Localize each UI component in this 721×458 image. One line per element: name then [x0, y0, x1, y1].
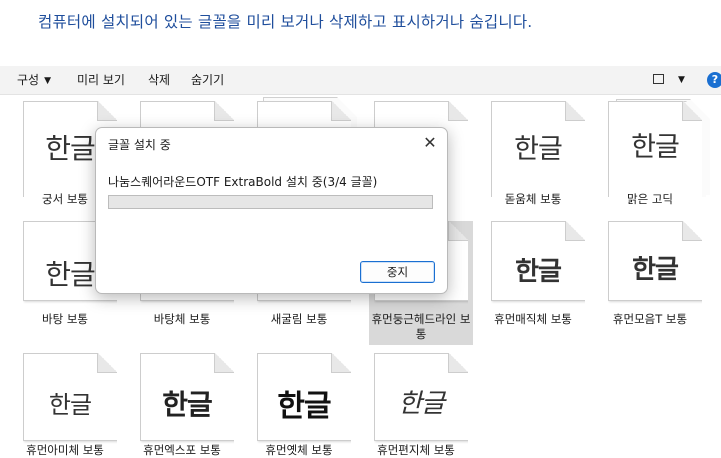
- font-label: 돋움체 보통: [504, 192, 562, 206]
- view-icon[interactable]: [653, 74, 664, 84]
- font-tile[interactable]: 한글 휴먼엑스포 보통: [130, 353, 234, 457]
- page-fold: [448, 101, 468, 121]
- font-label: 바탕체 보통: [153, 312, 211, 326]
- page-fold: [97, 101, 117, 121]
- font-preview-glyph: 한글: [632, 255, 679, 285]
- font-label: 새굴림 보통: [270, 312, 328, 326]
- view-chevron-down-icon[interactable]: ▼: [678, 75, 685, 85]
- close-icon[interactable]: ✕: [417, 130, 443, 156]
- page-fold: [331, 101, 351, 121]
- font-label: 휴먼둥근헤드라인 보통: [371, 312, 471, 341]
- font-tile[interactable]: 한글 휴먼매직체 보통: [481, 221, 585, 333]
- help-button[interactable]: ?: [707, 72, 721, 88]
- font-tile[interactable]: 한글 돋움체 보통: [481, 101, 585, 213]
- font-preview-glyph: 한글: [514, 134, 563, 164]
- font-install-dialog: 글꼴 설치 중 ✕ 나눔스퀘어라운드OTF ExtraBold 설치 중(3/4…: [95, 127, 448, 294]
- organize-menu-button[interactable]: 구성 ▼: [17, 66, 51, 94]
- font-tile[interactable]: 한글 휴먼모음T 보통: [598, 221, 702, 333]
- font-label: 바탕 보통: [42, 312, 88, 326]
- font-label: 맑은 고딕: [627, 192, 673, 206]
- font-preview-glyph: 한글: [48, 391, 92, 419]
- install-progress-bar: [108, 195, 433, 209]
- font-label: 휴먼모음T 보통: [612, 312, 688, 326]
- delete-button[interactable]: 삭제: [148, 66, 170, 94]
- page-fold: [565, 221, 585, 241]
- toolbar: 구성 ▼ 미리 보기 삭제 숨기기 ▼ ?: [0, 66, 721, 95]
- font-label: 휴먼매직체 보통: [494, 312, 572, 326]
- page-fold: [565, 101, 585, 121]
- stop-button[interactable]: 중지: [360, 261, 435, 283]
- font-preview-glyph: 한글: [398, 389, 445, 419]
- dialog-title: 글꼴 설치 중: [108, 138, 171, 152]
- page-fold: [214, 353, 234, 373]
- font-tile[interactable]: 한글 휴먼아미체 보통: [13, 353, 117, 457]
- page-fold: [448, 221, 468, 241]
- hide-button[interactable]: 숨기기: [191, 66, 224, 94]
- preview-button[interactable]: 미리 보기: [77, 66, 125, 94]
- font-tile[interactable]: 한글 휴먼옛체 보통: [247, 353, 351, 457]
- page-fold: [214, 101, 234, 121]
- font-preview-glyph: 한글: [162, 388, 213, 421]
- page-description: 컴퓨터에 설치되어 있는 글꼴을 미리 보거나 삭제하고 표시하거나 숨깁니다.: [38, 13, 533, 31]
- font-tile[interactable]: 한글 맑은 고딕: [598, 99, 710, 213]
- font-tile[interactable]: 한글 휴먼편지체 보통: [364, 353, 468, 457]
- page-fold: [448, 353, 468, 373]
- chevron-down-icon: ▼: [44, 76, 52, 86]
- font-preview-glyph: 한글: [277, 389, 331, 424]
- font-preview-glyph: 한글: [631, 132, 680, 162]
- font-preview-glyph: 한글: [515, 257, 562, 287]
- organize-label: 구성: [17, 73, 40, 87]
- install-status-text: 나눔스퀘어라운드OTF ExtraBold 설치 중(3/4 글꼴): [108, 175, 378, 189]
- page-fold: [97, 353, 117, 373]
- page-fold: [682, 221, 702, 241]
- page-fold: [682, 101, 702, 121]
- page-fold: [331, 353, 351, 373]
